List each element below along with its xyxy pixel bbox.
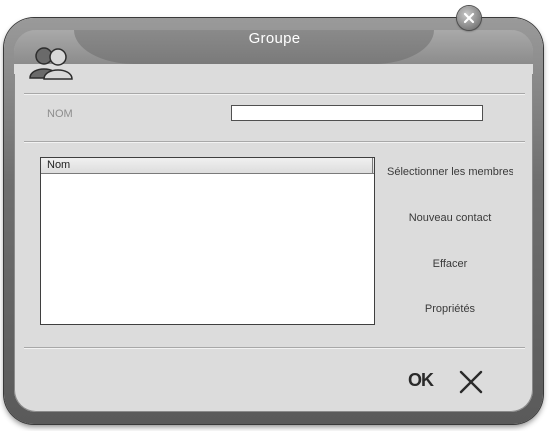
cancel-x-icon xyxy=(459,370,483,394)
name-label: NOM xyxy=(47,108,73,120)
title-bar-shadow xyxy=(14,64,533,74)
new-contact-button[interactable]: Nouveau contact xyxy=(387,212,513,224)
close-icon xyxy=(463,12,475,24)
separator-bottom xyxy=(24,347,525,349)
separator-middle xyxy=(24,141,525,143)
properties-button[interactable]: Propriétés xyxy=(387,303,513,315)
window-title: Groupe xyxy=(248,30,301,47)
close-button[interactable] xyxy=(457,6,481,30)
dialog-stage: Groupe NOM Nom Sélectionner les membres … xyxy=(0,0,549,431)
list-header: Nom xyxy=(41,158,374,174)
ok-button[interactable]: OK xyxy=(408,370,434,391)
select-members-button[interactable]: Sélectionner les membres xyxy=(387,166,513,178)
name-input[interactable] xyxy=(231,105,483,121)
group-users-icon xyxy=(29,47,73,80)
members-list[interactable]: Nom xyxy=(40,157,375,325)
column-header-nom[interactable]: Nom xyxy=(41,158,373,173)
separator-top xyxy=(24,93,525,95)
delete-button[interactable]: Effacer xyxy=(387,258,513,270)
cancel-button[interactable] xyxy=(458,370,484,394)
